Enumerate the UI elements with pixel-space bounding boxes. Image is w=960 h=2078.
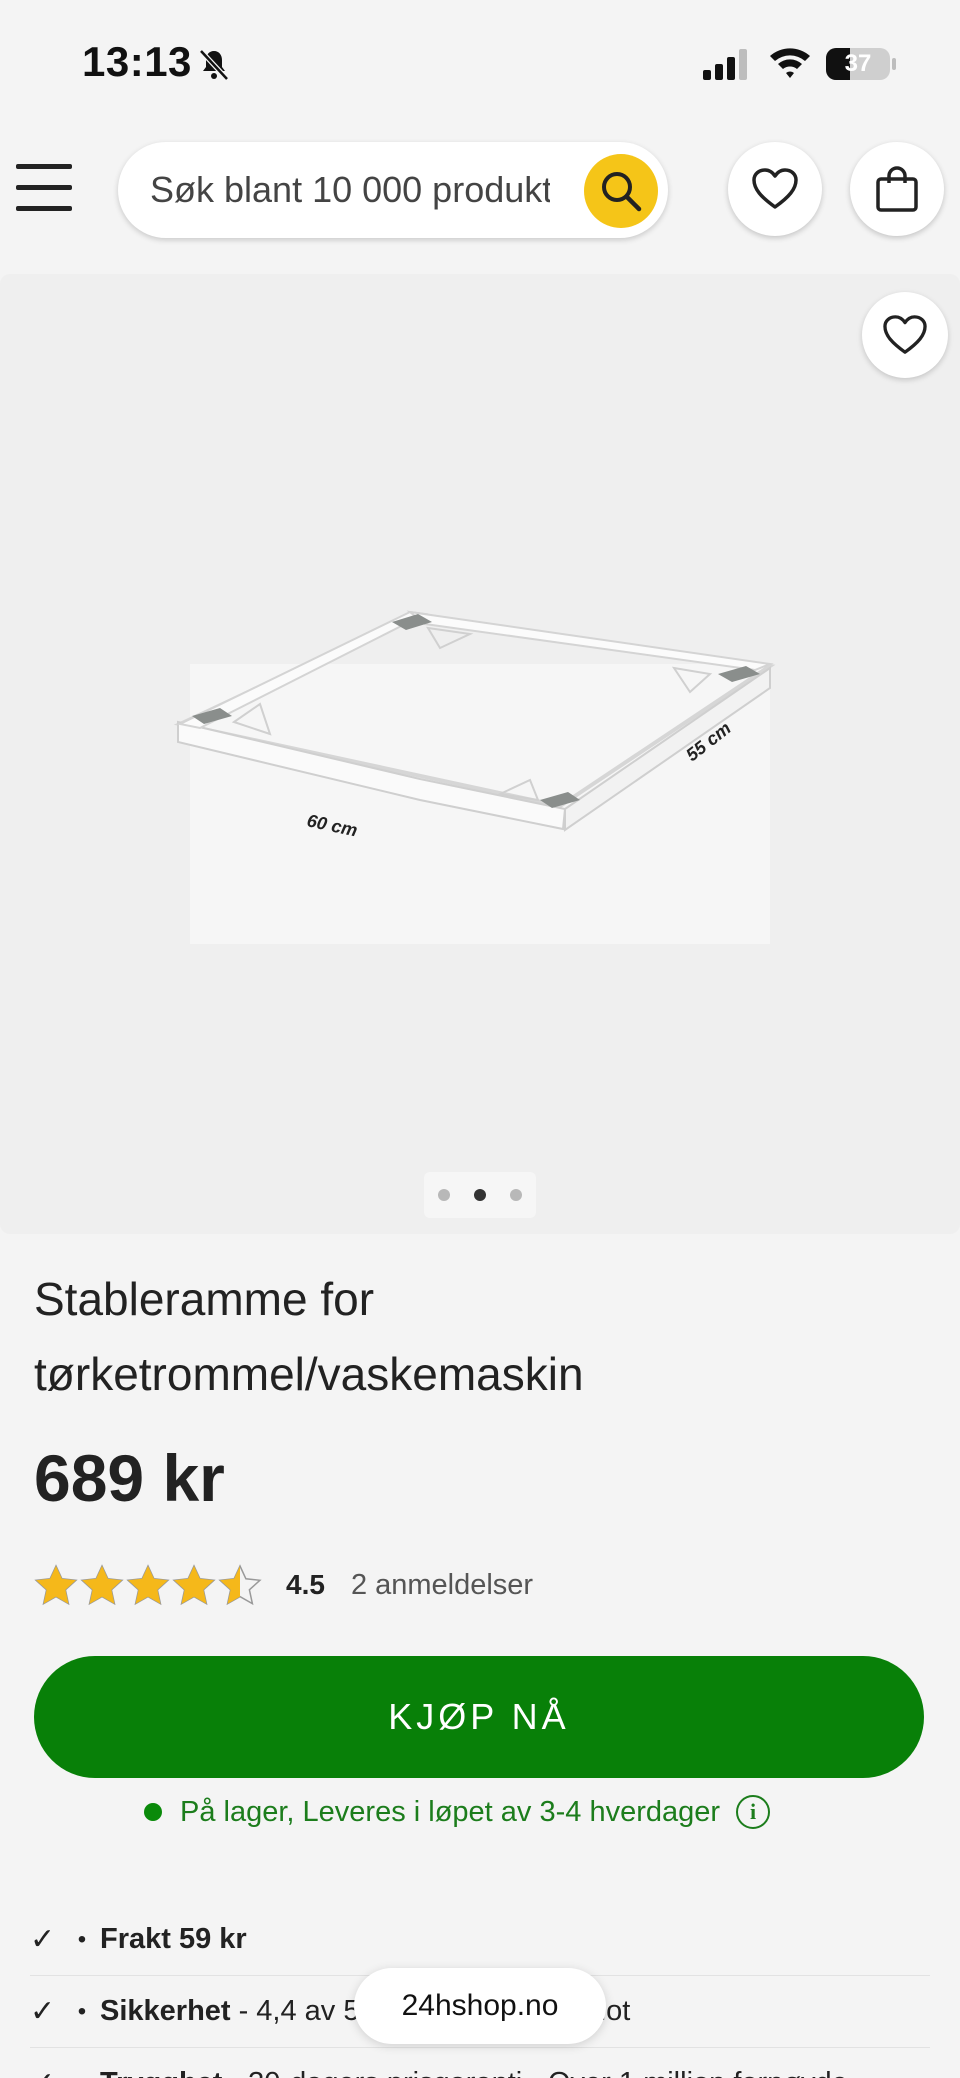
- in-stock-dot-icon: [144, 1803, 162, 1821]
- status-bar: 13:13 37: [0, 0, 960, 128]
- bell-muted-icon: [199, 49, 229, 81]
- checkmark-icon: ✓: [30, 1995, 56, 2028]
- carousel-dot-active[interactable]: [474, 1189, 486, 1201]
- usp-item: ✓ • Frakt 59 kr: [30, 1904, 930, 1976]
- cart-button[interactable]: [850, 142, 944, 236]
- product-image-gallery[interactable]: 60 cm 55 cm: [0, 274, 960, 1234]
- star-icon: [126, 1564, 170, 1606]
- star-icon: [80, 1564, 124, 1606]
- checkmark-icon: ✓: [30, 1923, 56, 1956]
- usp-text: - 30-dagers prisgaranti - Over 1 million…: [230, 2067, 847, 2078]
- rating-stars: [34, 1564, 262, 1606]
- usp-item: ✓ • Trygghet - 30-dagers prisgaranti - O…: [30, 2048, 930, 2078]
- heart-icon: [752, 168, 798, 209]
- search-input[interactable]: [150, 164, 550, 216]
- cellular-signal-icon: [703, 49, 747, 80]
- wishlist-button[interactable]: [728, 142, 822, 236]
- wifi-icon: [770, 48, 810, 78]
- info-icon[interactable]: i: [736, 1795, 771, 1829]
- favorite-button[interactable]: [862, 292, 948, 378]
- battery-icon: 37: [826, 44, 896, 82]
- review-count-link[interactable]: 2 anmeldelser: [351, 1569, 533, 1602]
- heart-icon: [883, 315, 927, 354]
- search-button[interactable]: [584, 154, 658, 228]
- star-icon: [172, 1564, 216, 1606]
- hamburger-menu-icon[interactable]: [16, 164, 72, 212]
- stock-status: På lager, Leveres i løpet av 3-4 hverdag…: [144, 1790, 771, 1834]
- product-price: 689 kr: [34, 1441, 225, 1515]
- status-time: 13:13: [82, 38, 192, 85]
- star-icon: [34, 1564, 78, 1606]
- site-header: [0, 128, 960, 262]
- usp-title: Trygghet: [100, 2067, 222, 2078]
- usp-title: Frakt 59 kr: [100, 1923, 247, 1955]
- product-title: Stableramme for tørketrommel/vaskemaskin: [34, 1273, 584, 1400]
- carousel-dot[interactable]: [438, 1189, 450, 1201]
- product-rating[interactable]: 4.5 2 anmeldelser: [34, 1560, 533, 1610]
- search-bar: [118, 142, 668, 238]
- carousel-dots: [424, 1172, 536, 1218]
- battery-level: 37: [844, 50, 872, 77]
- shopping-bag-icon: [876, 166, 918, 212]
- product-image: 60 cm 55 cm: [173, 610, 776, 944]
- buy-now-button[interactable]: KJØP NÅ: [34, 1656, 924, 1778]
- search-icon: [602, 172, 642, 212]
- carousel-dot[interactable]: [510, 1189, 522, 1201]
- stock-status-text: På lager, Leveres i løpet av 3-4 hverdag…: [180, 1795, 721, 1828]
- rating-value: 4.5: [286, 1569, 325, 1600]
- star-icon: [218, 1564, 262, 1606]
- checkmark-icon: ✓: [30, 2066, 64, 2078]
- browser-url-pill[interactable]: 24hshop.no: [354, 1968, 606, 2044]
- usp-title: Sikkerhet: [100, 1995, 231, 2027]
